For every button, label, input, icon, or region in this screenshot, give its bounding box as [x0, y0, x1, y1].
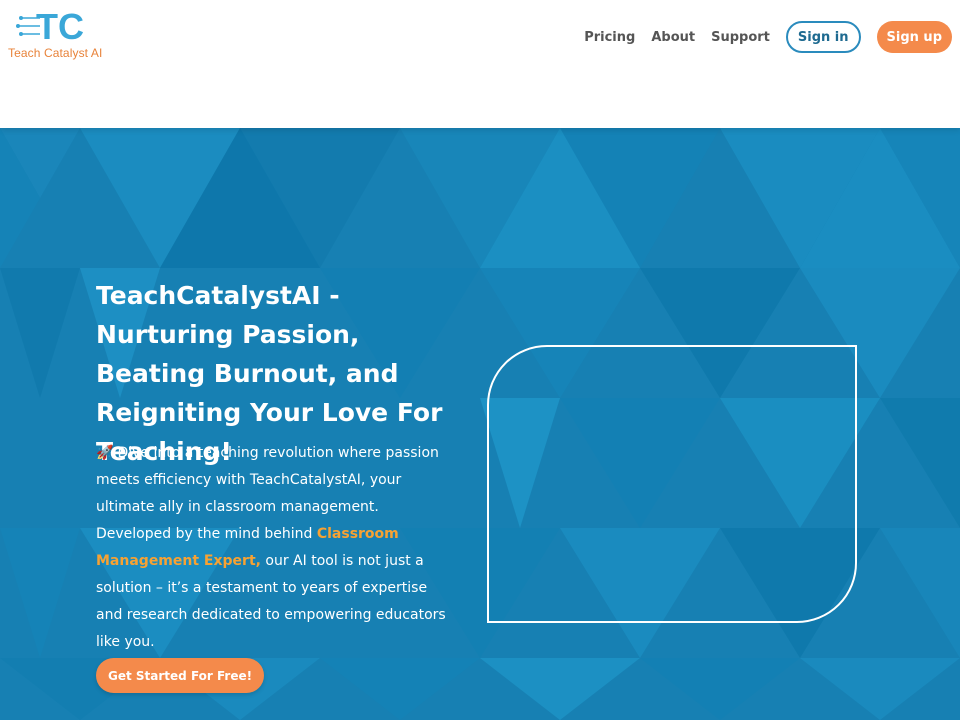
rocket-icon: 🚀 — [96, 445, 114, 461]
logo-letters: TC — [36, 6, 84, 46]
logo[interactable]: TC Teach Catalyst AI — [8, 6, 118, 62]
get-started-button[interactable]: Get Started For Free! — [96, 658, 265, 693]
nav-link-about[interactable]: About — [651, 30, 695, 45]
sign-in-button[interactable]: Sign in — [785, 21, 861, 53]
logo-mark-icon: TC — [16, 6, 84, 46]
sign-up-button[interactable]: Sign up — [876, 21, 952, 53]
main-nav: Pricing About Support Sign in Sign up — [584, 21, 952, 53]
logo-text: Teach Catalyst AI — [8, 46, 103, 60]
nav-link-pricing[interactable]: Pricing — [584, 30, 635, 45]
nav-link-support[interactable]: Support — [711, 30, 770, 45]
hero-description: 🚀 Dive into a teaching revolution where p… — [96, 440, 456, 656]
hero-section: TeachCatalystAI - Nurturing Passion, Bea… — [0, 128, 960, 720]
hero-media-frame — [487, 345, 857, 623]
site-header: TC Teach Catalyst AI Pricing About Suppo… — [0, 0, 960, 128]
